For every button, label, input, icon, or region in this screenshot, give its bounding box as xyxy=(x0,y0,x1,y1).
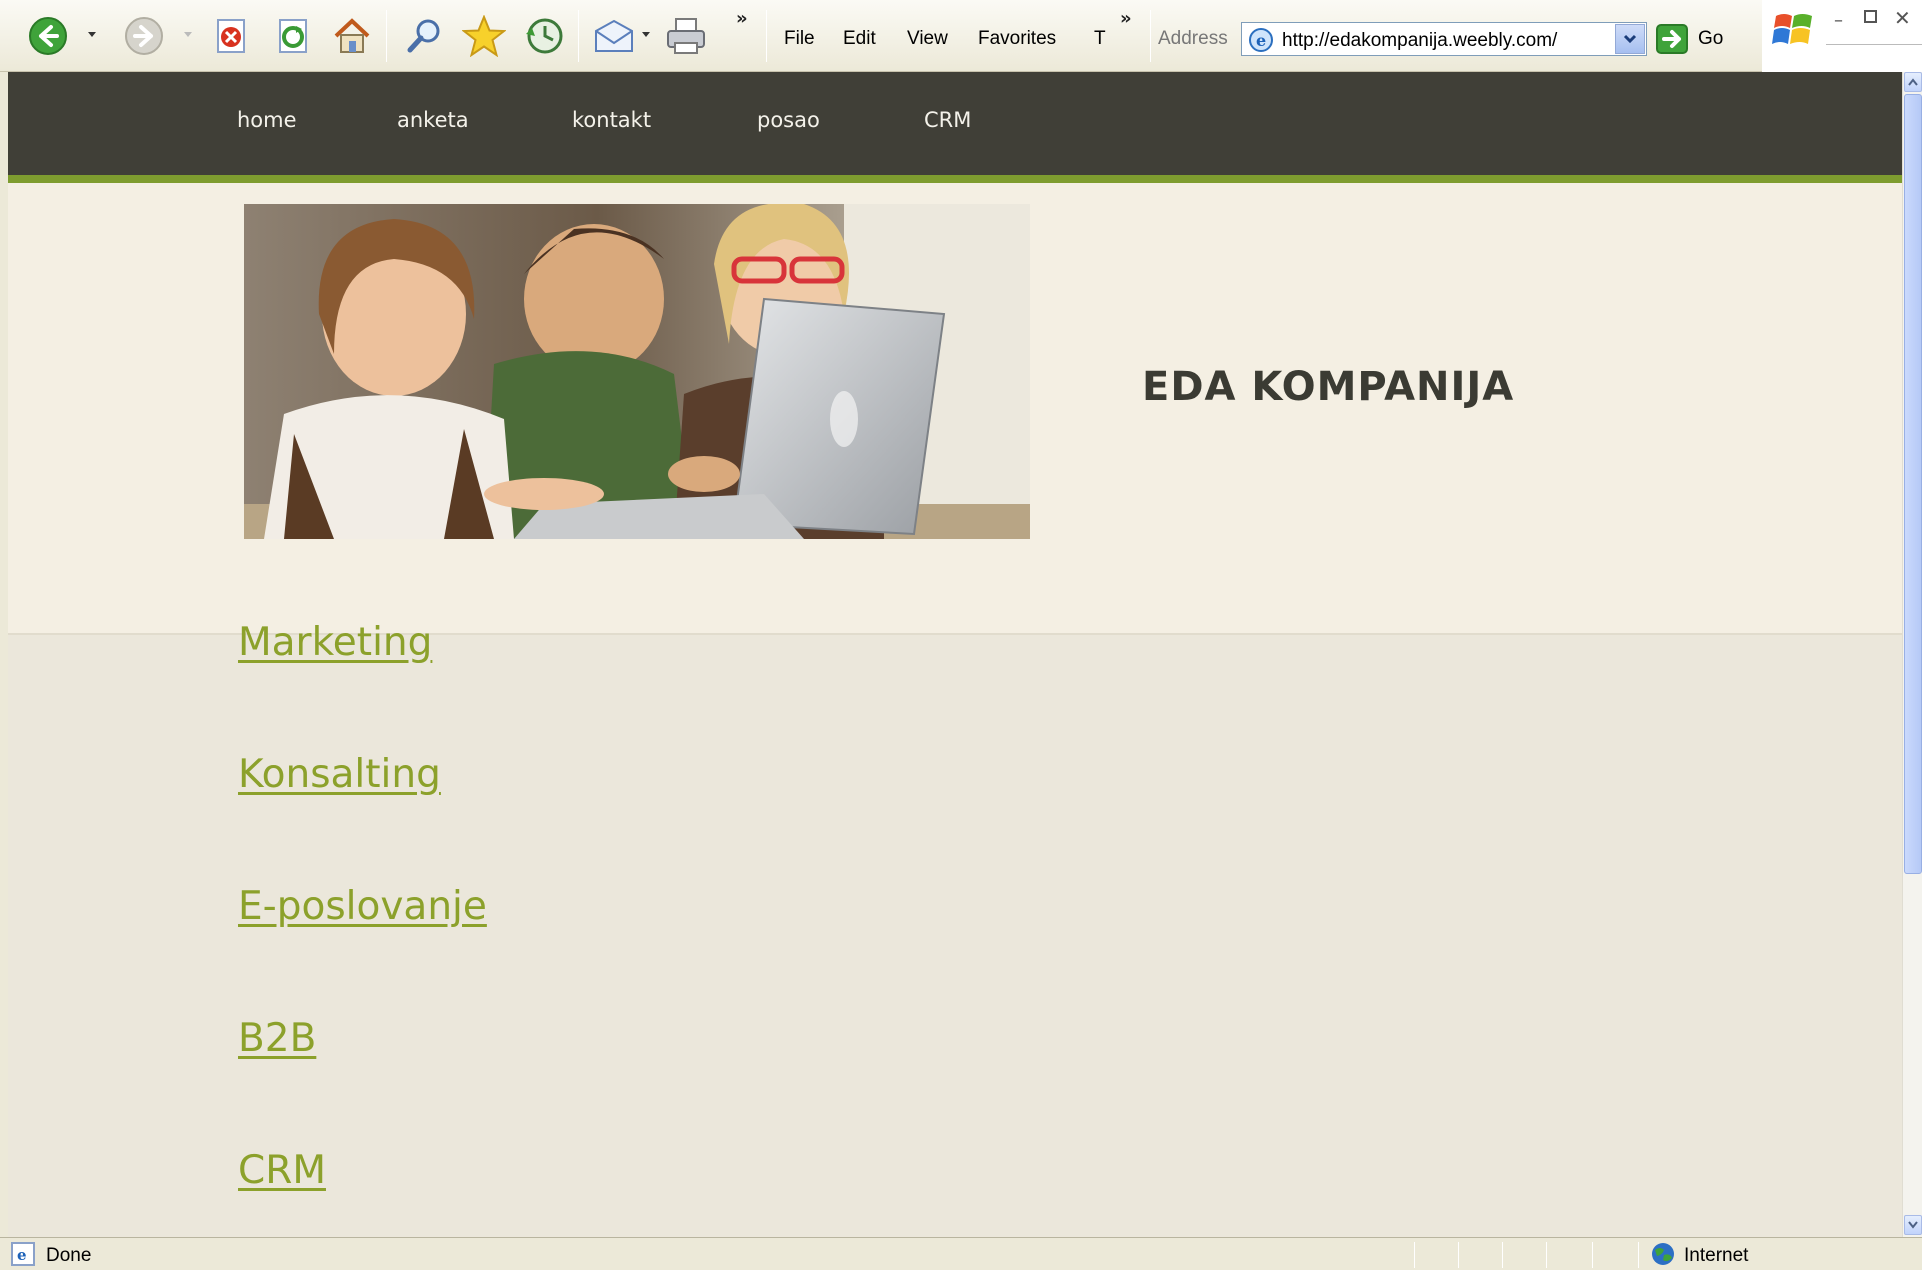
forward-button[interactable] xyxy=(122,14,166,58)
toolbar-separator xyxy=(766,10,767,62)
refresh-icon xyxy=(279,19,307,53)
stop-button[interactable] xyxy=(210,14,254,58)
menu-tools-label: T xyxy=(1094,28,1106,49)
search-button[interactable] xyxy=(402,14,446,58)
nav-home[interactable]: home xyxy=(237,108,297,132)
ie-page-icon: e xyxy=(1249,28,1273,52)
mail-icon xyxy=(595,19,633,52)
forward-icon xyxy=(125,17,163,55)
menu-view-label: View xyxy=(907,28,948,49)
scroll-thumb[interactable] xyxy=(1904,94,1922,874)
site-navbar: home anketa kontakt posao CRM xyxy=(8,72,1902,175)
status-pane-divider xyxy=(1458,1242,1459,1268)
minimize-icon[interactable]: – xyxy=(1834,10,1843,31)
restore-icon[interactable] xyxy=(1864,10,1877,23)
link-eposlovanje[interactable]: E-poslovanje xyxy=(238,884,487,929)
children-laptop-photo xyxy=(244,204,1030,539)
mail-dropdown-arrow[interactable] xyxy=(642,32,650,37)
chevron-down-icon xyxy=(1623,34,1637,44)
history-button[interactable] xyxy=(522,14,566,58)
menu-favorites-label: Favorites xyxy=(978,28,1057,49)
toolbar-separator xyxy=(386,10,387,62)
chevron-up-icon xyxy=(1908,78,1918,86)
internet-globe-icon xyxy=(1652,1243,1674,1265)
status-pane-divider xyxy=(1546,1242,1547,1268)
stop-icon xyxy=(217,19,245,53)
toolbar-overflow-chevron[interactable]: » xyxy=(736,8,748,29)
go-button[interactable] xyxy=(1656,24,1688,54)
status-pane-divider xyxy=(1502,1242,1503,1268)
mail-button[interactable] xyxy=(592,14,636,58)
status-text: Done xyxy=(46,1245,92,1266)
print-button[interactable] xyxy=(664,14,708,58)
nav-anketa[interactable]: anketa xyxy=(397,108,469,132)
nav-accent-line xyxy=(8,175,1902,183)
address-field[interactable]: e http://edakompanija.weebly.com/ xyxy=(1241,22,1647,56)
window-corner: – ✕ xyxy=(1762,0,1922,72)
security-zone-text: Internet xyxy=(1684,1245,1749,1266)
link-b2b[interactable]: B2B xyxy=(238,1016,316,1061)
print-icon xyxy=(667,18,705,54)
link-konsalting[interactable]: Konsalting xyxy=(238,752,441,797)
back-icon xyxy=(29,17,67,55)
vertical-scrollbar[interactable] xyxy=(1902,72,1922,1237)
address-value: http://edakompanija.weebly.com/ xyxy=(1282,30,1558,51)
search-icon xyxy=(407,19,440,53)
scroll-down-button[interactable] xyxy=(1904,1215,1922,1235)
menu-file-label: File xyxy=(784,28,815,49)
home-icon xyxy=(334,18,370,53)
link-crm[interactable]: CRM xyxy=(238,1148,326,1193)
toolbar-separator xyxy=(1150,10,1151,62)
browser-toolbar: » File Edit View Favorites T » Address e… xyxy=(0,0,1922,72)
menu-file[interactable]: File xyxy=(784,28,815,50)
menu-edit-label: Edit xyxy=(843,28,876,49)
refresh-button[interactable] xyxy=(272,14,316,58)
chevron-down-icon xyxy=(1908,1221,1918,1229)
windows-logo-icon xyxy=(1772,14,1812,44)
status-bar: e Done Internet xyxy=(0,1237,1922,1270)
site-title: EDA KOMPANIJA xyxy=(1142,364,1515,410)
address-dropdown-button[interactable] xyxy=(1615,24,1645,54)
nav-posao[interactable]: posao xyxy=(757,108,820,132)
window-divider xyxy=(1826,44,1922,45)
status-pane-divider xyxy=(1592,1242,1593,1268)
go-label[interactable]: Go xyxy=(1698,28,1723,50)
svg-text:e: e xyxy=(17,1246,27,1264)
menu-edit[interactable]: Edit xyxy=(843,28,876,50)
hero-image xyxy=(244,204,1030,539)
web-page: home anketa kontakt posao CRM EDA KOMPAN… xyxy=(8,72,1902,1237)
menu-overflow-chevron[interactable]: » xyxy=(1120,8,1132,29)
go-arrow-icon xyxy=(1656,24,1688,54)
ie-page-icon: e xyxy=(11,1242,35,1266)
status-pane-divider xyxy=(1414,1242,1415,1268)
nav-kontakt[interactable]: kontakt xyxy=(572,108,651,132)
address-label: Address xyxy=(1158,28,1228,49)
back-button[interactable] xyxy=(26,14,70,58)
toolbar-separator xyxy=(578,10,579,62)
link-marketing[interactable]: Marketing xyxy=(238,620,432,665)
forward-dropdown-arrow[interactable] xyxy=(184,32,192,37)
close-icon[interactable]: ✕ xyxy=(1894,6,1911,30)
back-dropdown-arrow[interactable] xyxy=(88,32,96,37)
svg-text:e: e xyxy=(1256,31,1266,50)
status-pane-divider xyxy=(1638,1242,1639,1268)
favorites-star-icon xyxy=(462,15,506,57)
favorites-button[interactable] xyxy=(462,14,506,58)
nav-crm[interactable]: CRM xyxy=(924,108,971,132)
home-button[interactable] xyxy=(330,14,374,58)
menu-view[interactable]: View xyxy=(907,28,948,50)
scroll-up-button[interactable] xyxy=(1904,72,1922,92)
history-icon xyxy=(526,18,563,54)
menu-favorites[interactable]: Favorites xyxy=(978,28,1056,50)
menu-tools[interactable]: T xyxy=(1094,28,1106,50)
